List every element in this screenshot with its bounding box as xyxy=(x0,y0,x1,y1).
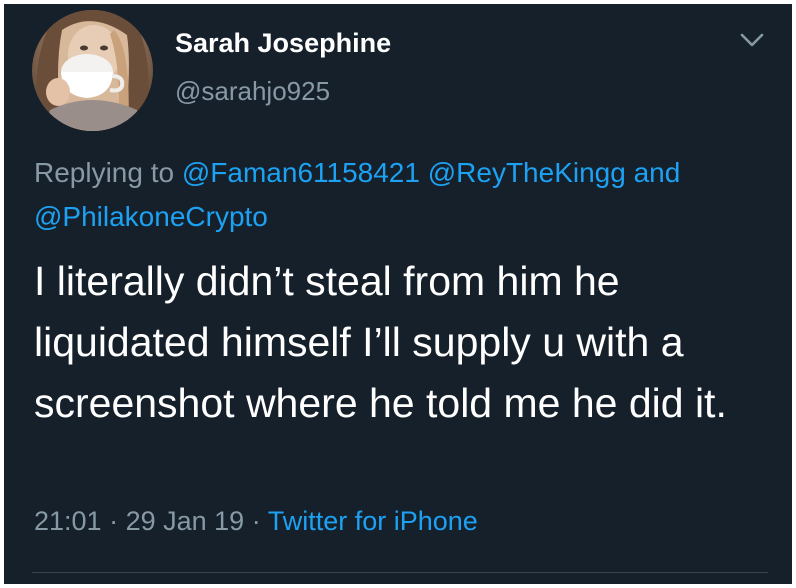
chevron-down-icon[interactable] xyxy=(738,30,766,50)
mention-link[interactable]: @ReyTheKingg xyxy=(428,157,626,188)
meta-separator: · xyxy=(244,506,268,536)
tweet-date[interactable]: 29 Jan 19 xyxy=(126,506,245,536)
avatar[interactable] xyxy=(32,10,153,131)
tweet-meta: 21:01 · 29 Jan 19 · Twitter for iPhone xyxy=(34,506,478,537)
author-handle[interactable]: @sarahjo925 xyxy=(175,76,330,107)
mention-joiner: and xyxy=(625,157,681,188)
mention-link[interactable]: @Faman61158421 xyxy=(182,157,420,188)
replying-to: Replying to @Faman61158421 @ReyTheKingg … xyxy=(34,151,774,239)
replying-prefix: Replying to xyxy=(34,157,182,188)
tweet-card: Sarah Josephine @sarahjo925 Replying to … xyxy=(4,4,792,584)
tweet-text: I literally didn’t steal from him he liq… xyxy=(34,258,727,426)
author-name[interactable]: Sarah Josephine xyxy=(175,28,391,59)
tweet-source[interactable]: Twitter for iPhone xyxy=(268,506,478,536)
meta-separator: · xyxy=(101,506,126,536)
divider xyxy=(32,572,768,573)
avatar-photo xyxy=(36,10,149,131)
mention-link[interactable]: @PhilakoneCrypto xyxy=(34,201,268,232)
tweet-time[interactable]: 21:01 xyxy=(34,506,102,536)
